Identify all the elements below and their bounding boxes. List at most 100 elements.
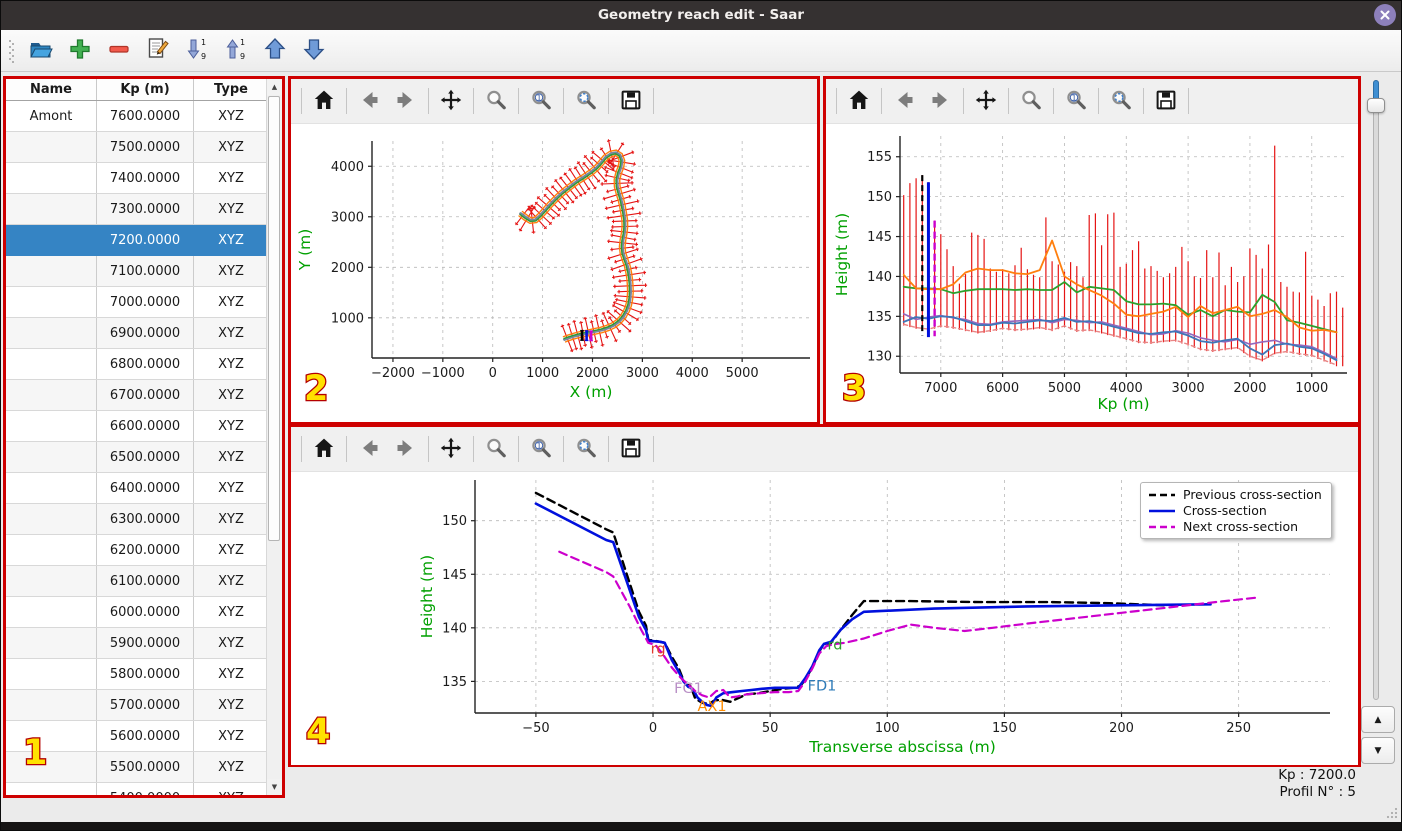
table-row[interactable]: 5400.0000XYZ — [6, 782, 266, 795]
column-header-type[interactable]: Type — [193, 79, 266, 101]
cell-type[interactable]: XYZ — [193, 286, 266, 318]
cell-type[interactable]: XYZ — [193, 689, 266, 721]
cell-name[interactable] — [6, 534, 97, 566]
cell-kp[interactable]: 6400.0000 — [96, 472, 194, 504]
cell-name[interactable] — [6, 410, 97, 442]
profile-up-button[interactable]: ▲ — [1361, 706, 1395, 733]
add-button[interactable] — [66, 37, 94, 65]
table-row[interactable]: 6200.0000 XYZ — [6, 534, 266, 566]
zoom-button[interactable] — [1016, 86, 1046, 116]
cell-kp[interactable]: 5500.0000 — [96, 751, 194, 783]
home-button[interactable] — [844, 86, 874, 116]
back-button[interactable] — [354, 434, 384, 464]
table-scroll-down-button[interactable]: ▼ — [267, 779, 282, 795]
cell-name[interactable] — [6, 627, 97, 659]
cell-kp[interactable]: 5900.0000 — [96, 627, 194, 659]
cell-name[interactable] — [6, 720, 97, 752]
cell-name[interactable] — [6, 131, 97, 163]
remove-button[interactable] — [105, 37, 133, 65]
cell-type[interactable]: XYZ — [193, 193, 266, 225]
table-row[interactable]: 5700.0000 XYZ — [6, 689, 266, 721]
table-row[interactable]: 5600.0000 XYZ — [6, 720, 266, 752]
cell-name[interactable] — [6, 255, 97, 287]
cell-name[interactable] — [6, 472, 97, 504]
table-row[interactable]: 7500.0000 XYZ — [6, 131, 266, 163]
cell-type[interactable]: XYZ — [193, 348, 266, 380]
back-button[interactable] — [354, 86, 384, 116]
cell-kp[interactable]: 5700.0000 — [96, 689, 194, 721]
sort-ascending-button[interactable]: 19 — [222, 37, 250, 65]
pan-button[interactable] — [971, 86, 1001, 116]
cell-kp[interactable]: 7500.0000 — [96, 131, 194, 163]
cell-name[interactable] — [6, 503, 97, 535]
toolbar-drag-handle[interactable] — [7, 37, 16, 65]
zoom-selection-button[interactable] — [571, 86, 601, 116]
save-button[interactable] — [1151, 86, 1181, 116]
cell-name[interactable] — [6, 162, 97, 194]
cell-kp[interactable]: 6800.0000 — [96, 348, 194, 380]
home-button[interactable] — [309, 434, 339, 464]
table-scrollbar[interactable]: ▲ ▼ — [266, 79, 282, 795]
table-row[interactable]: 6100.0000 XYZ — [6, 565, 266, 597]
resize-grip[interactable] — [1385, 806, 1399, 820]
forward-button[interactable] — [391, 434, 421, 464]
cell-name[interactable] — [6, 441, 97, 473]
table-row[interactable]: 7300.0000 XYZ — [6, 193, 266, 225]
cell-name[interactable]: Amont — [6, 100, 97, 132]
cell-type[interactable]: XYZ — [193, 627, 266, 659]
home-button[interactable] — [309, 86, 339, 116]
titlebar[interactable]: Geometry reach edit - Saar — [0, 0, 1402, 30]
close-button[interactable] — [1374, 4, 1396, 26]
cell-type[interactable]: XYZ — [193, 224, 266, 256]
cell-kp[interactable]: 6500.0000 — [96, 441, 194, 473]
plan-view-chart[interactable]: −2000 −1000 0 1000 2000 3000 4000 5000 1000 2000 3… — [291, 124, 817, 422]
cell-kp[interactable]: 7100.0000 — [96, 255, 194, 287]
cell-type[interactable]: XYZ — [193, 751, 266, 783]
zoom-one-button[interactable]: 1 — [526, 434, 556, 464]
cell-type[interactable]: XYZ — [193, 317, 266, 349]
cell-name[interactable] — [6, 782, 97, 795]
cell-type[interactable]: XYZ — [193, 503, 266, 535]
cell-type[interactable]: XYZ — [193, 782, 266, 795]
table-row[interactable]: Amont 7600.0000 XYZ — [6, 100, 266, 132]
zoom-button[interactable] — [481, 86, 511, 116]
cell-type[interactable]: XYZ — [193, 720, 266, 752]
table-row[interactable]: 6000.0000 XYZ — [6, 596, 266, 628]
cell-kp[interactable]: 5800.0000 — [96, 658, 194, 690]
cell-type[interactable]: XYZ — [193, 565, 266, 597]
cell-name[interactable] — [6, 286, 97, 318]
save-button[interactable] — [616, 86, 646, 116]
cell-type[interactable]: XYZ — [193, 379, 266, 411]
table-row[interactable]: 6800.0000 XYZ — [6, 348, 266, 380]
move-down-button[interactable] — [300, 37, 328, 65]
cell-type[interactable]: XYZ — [193, 658, 266, 690]
zoom-button[interactable] — [481, 434, 511, 464]
cell-kp[interactable]: 5400.0000 — [96, 782, 194, 795]
move-up-button[interactable] — [261, 37, 289, 65]
open-button[interactable] — [27, 37, 55, 65]
cell-kp[interactable]: 6700.0000 — [96, 379, 194, 411]
cell-name[interactable] — [6, 658, 97, 690]
cell-name[interactable] — [6, 751, 97, 783]
table-row[interactable]: 5900.0000 XYZ — [6, 627, 266, 659]
cell-type[interactable]: XYZ — [193, 255, 266, 287]
table-scroll-thumb[interactable] — [268, 96, 280, 541]
zoom-selection-button[interactable] — [1106, 86, 1136, 116]
pan-button[interactable] — [436, 86, 466, 116]
cell-kp[interactable]: 7200.0000 — [96, 224, 194, 256]
pan-button[interactable] — [436, 434, 466, 464]
cell-kp[interactable]: 7400.0000 — [96, 162, 194, 194]
table-row[interactable]: 7400.0000 XYZ — [6, 162, 266, 194]
cell-name[interactable] — [6, 689, 97, 721]
cell-kp[interactable]: 6000.0000 — [96, 596, 194, 628]
cell-type[interactable]: XYZ — [193, 100, 266, 132]
cell-kp[interactable]: 6100.0000 — [96, 565, 194, 597]
cell-name[interactable] — [6, 193, 97, 225]
sort-descending-button[interactable]: 19 — [183, 37, 211, 65]
cell-kp[interactable]: 7000.0000 — [96, 286, 194, 318]
profile-slider-handle[interactable] — [1367, 98, 1385, 113]
table-row[interactable]: 6700.0000 XYZ — [6, 379, 266, 411]
cell-name[interactable] — [6, 348, 97, 380]
cell-kp[interactable]: 6200.0000 — [96, 534, 194, 566]
forward-button[interactable] — [391, 86, 421, 116]
